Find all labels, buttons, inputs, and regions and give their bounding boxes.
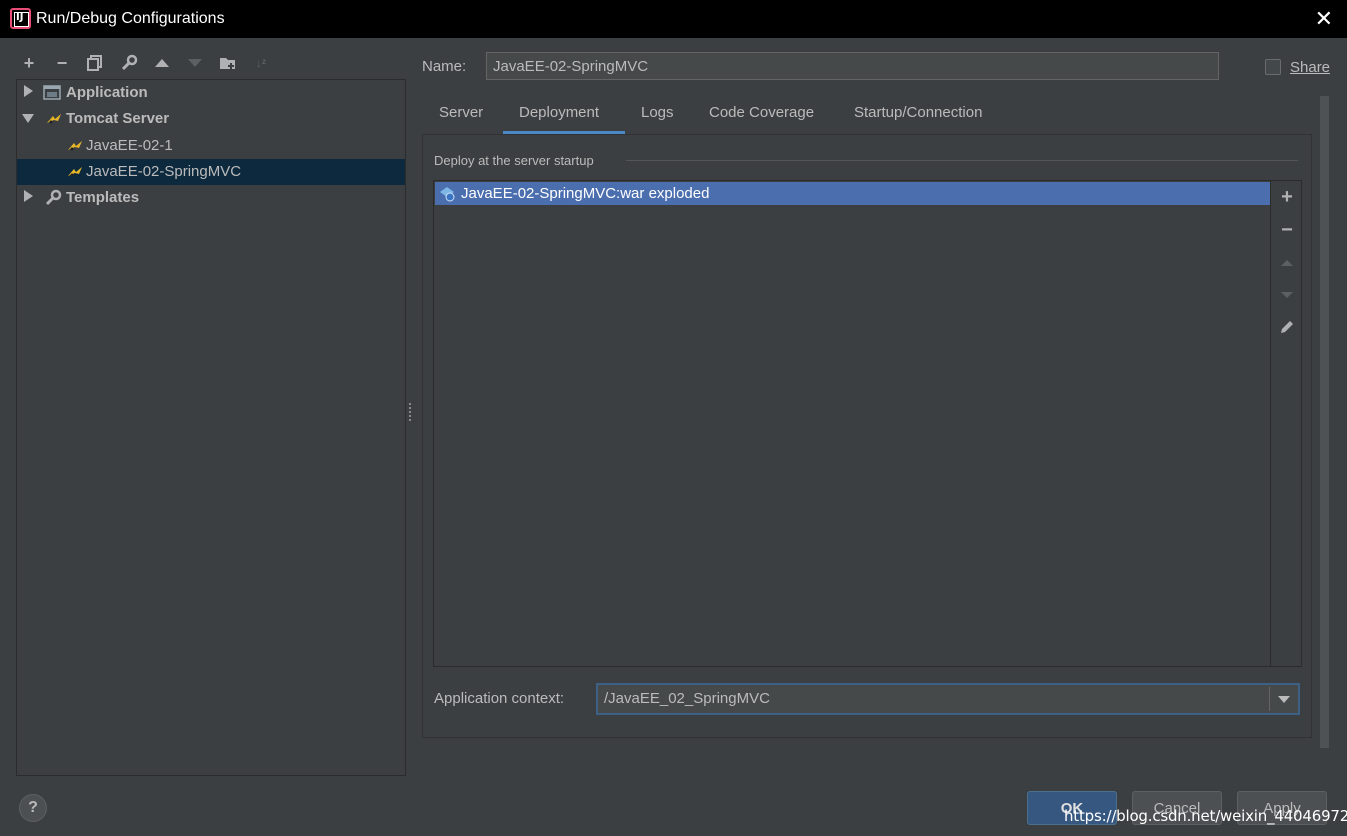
remove-icon[interactable]: − bbox=[1277, 219, 1297, 241]
chevron-down-icon[interactable] bbox=[1278, 696, 1290, 703]
application-context-label: Application context: bbox=[434, 690, 565, 707]
tree-label-javaee-02-1: JavaEE-02-1 bbox=[86, 137, 173, 154]
vertical-scrollbar[interactable] bbox=[1320, 96, 1329, 748]
sort-icon[interactable]: ↓ᶻ bbox=[248, 50, 274, 76]
tree-item-javaee-02-1[interactable]: JavaEE-02-1 bbox=[17, 133, 405, 159]
tree-item-templates[interactable]: Templates bbox=[17, 185, 405, 211]
tree-label-application: Application bbox=[66, 84, 148, 101]
intellij-app-icon: IJ bbox=[10, 8, 31, 29]
tree-item-tomcat-server[interactable]: Tomcat Server bbox=[17, 106, 405, 132]
new-folder-icon[interactable] bbox=[215, 50, 241, 76]
title-bar: IJ Run/Debug Configurations ✕ bbox=[0, 0, 1347, 38]
wrench-icon[interactable] bbox=[116, 50, 142, 76]
add-icon[interactable]: + bbox=[1277, 186, 1297, 208]
application-context-combo[interactable]: /JavaEE_02_SpringMVC bbox=[596, 683, 1300, 715]
deploy-artifact-list: JavaEE-02-SpringMVC:war exploded + − bbox=[433, 180, 1302, 667]
app-icon-text: IJ bbox=[16, 12, 24, 23]
share-checkbox[interactable] bbox=[1265, 59, 1281, 75]
tab-code-coverage[interactable]: Code Coverage bbox=[709, 104, 814, 134]
tab-startup-connection[interactable]: Startup/Connection bbox=[854, 104, 982, 134]
name-label: Name: bbox=[422, 58, 467, 75]
application-context-value[interactable]: /JavaEE_02_SpringMVC bbox=[604, 690, 770, 707]
close-icon[interactable]: ✕ bbox=[1315, 6, 1333, 32]
splitter-handle[interactable] bbox=[409, 403, 414, 421]
expand-arrow-icon[interactable] bbox=[24, 85, 33, 97]
tomcat-icon bbox=[66, 137, 84, 155]
tomcat-icon bbox=[45, 110, 63, 128]
collapse-arrow-icon[interactable] bbox=[22, 114, 34, 123]
list-item-label: JavaEE-02-SpringMVC:war exploded bbox=[461, 185, 710, 202]
artifact-icon bbox=[439, 186, 455, 202]
tomcat-icon bbox=[66, 163, 84, 181]
tree-label-templates: Templates bbox=[66, 189, 140, 206]
copy-icon[interactable] bbox=[82, 50, 108, 76]
watermark-text: https://blog.csdn.net/weixin_44046972 bbox=[1064, 807, 1347, 825]
window-title: Run/Debug Configurations bbox=[36, 10, 225, 27]
move-down-icon[interactable] bbox=[182, 50, 208, 76]
expand-arrow-icon[interactable] bbox=[24, 190, 33, 202]
deploy-list-tools: + − bbox=[1270, 181, 1303, 666]
move-down-icon[interactable] bbox=[1277, 285, 1297, 305]
tab-deployment[interactable]: Deployment bbox=[503, 104, 625, 134]
add-icon[interactable]: + bbox=[16, 50, 42, 76]
tree-item-javaee-02-springmvc[interactable]: JavaEE-02-SpringMVC bbox=[17, 159, 405, 185]
move-up-icon[interactable] bbox=[149, 50, 175, 76]
tree-label-tomcat-server: Tomcat Server bbox=[66, 110, 170, 127]
list-item[interactable]: JavaEE-02-SpringMVC:war exploded bbox=[435, 182, 1270, 205]
help-button[interactable]: ? bbox=[19, 794, 47, 822]
tab-server[interactable]: Server bbox=[439, 104, 483, 134]
name-input[interactable]: JavaEE-02-SpringMVC bbox=[486, 52, 1219, 80]
group-separator bbox=[626, 160, 1298, 161]
tab-logs[interactable]: Logs bbox=[641, 104, 674, 134]
tree-item-application[interactable]: Application bbox=[17, 80, 405, 106]
remove-icon[interactable]: − bbox=[49, 50, 75, 76]
share-label[interactable]: Share bbox=[1290, 59, 1330, 76]
deploy-group-title: Deploy at the server startup bbox=[434, 153, 594, 168]
combo-divider bbox=[1269, 687, 1270, 711]
configuration-tree: Application Tomcat Server JavaEE-02-1 Ja… bbox=[16, 79, 406, 776]
edit-icon[interactable] bbox=[1277, 317, 1297, 337]
application-icon bbox=[43, 84, 61, 102]
wrench-icon bbox=[44, 189, 62, 207]
move-up-icon[interactable] bbox=[1277, 253, 1297, 273]
tree-label-javaee-02-springmvc: JavaEE-02-SpringMVC bbox=[86, 163, 242, 180]
